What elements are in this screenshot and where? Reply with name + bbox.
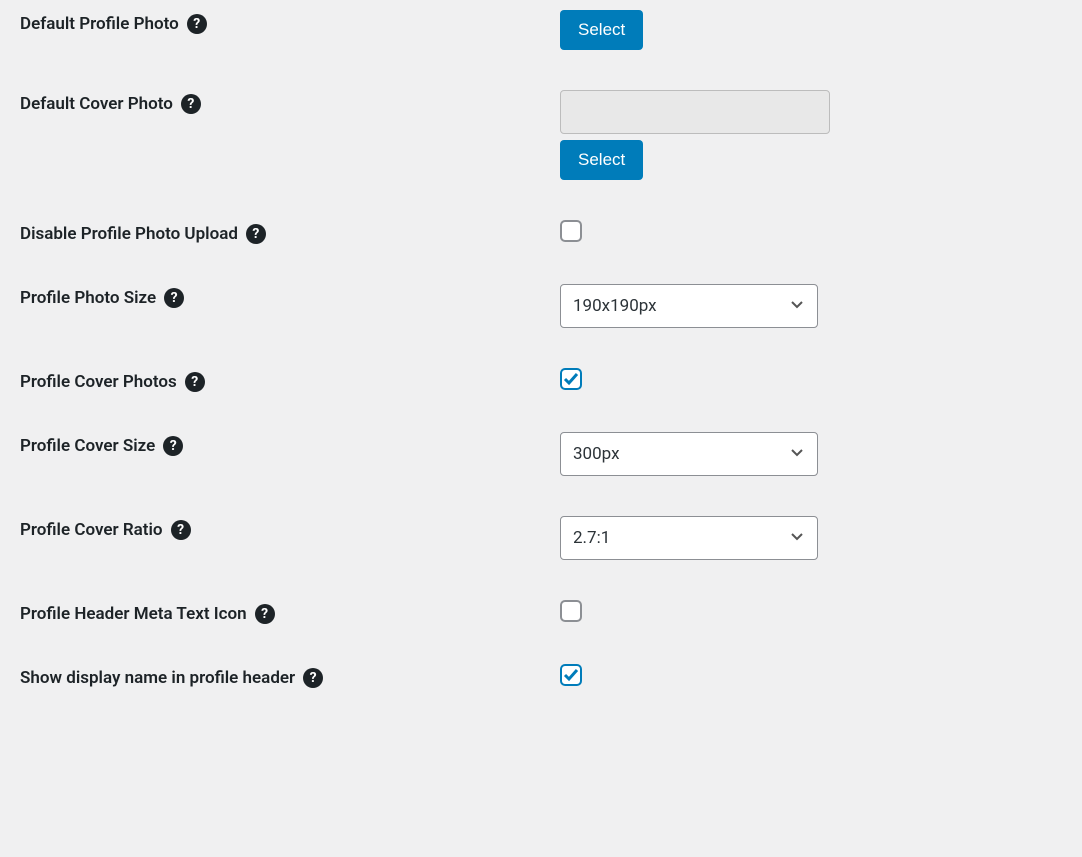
help-icon[interactable]: ? [185, 372, 205, 392]
select-profile-photo-button[interactable]: Select [560, 10, 643, 50]
label-col: Default Profile Photo ? [20, 10, 560, 34]
control-col [560, 220, 582, 242]
label-default-cover-photo: Default Cover Photo [20, 94, 173, 114]
help-icon[interactable]: ? [171, 520, 191, 540]
select-value: 300px [573, 444, 620, 464]
select-wrap: 300px [560, 432, 818, 476]
control-col: Select [560, 10, 643, 50]
checkbox-show-display-name-in-profile-header[interactable] [560, 664, 582, 686]
label-col: Show display name in profile header ? [20, 664, 560, 688]
help-icon[interactable]: ? [181, 94, 201, 114]
row-profile-photo-size: Profile Photo Size ? 190x190px [0, 264, 1082, 348]
control-col [560, 368, 582, 390]
row-profile-header-meta-text-icon: Profile Header Meta Text Icon ? [0, 580, 1082, 644]
help-icon[interactable]: ? [246, 224, 266, 244]
checkbox-disable-profile-photo-upload[interactable] [560, 220, 582, 242]
label-col: Profile Photo Size ? [20, 284, 560, 308]
label-profile-photo-size: Profile Photo Size [20, 288, 156, 308]
control-col [560, 600, 582, 622]
checkmark-icon [563, 371, 579, 387]
control-col: 190x190px [560, 284, 818, 328]
row-default-profile-photo: Default Profile Photo ? Select [0, 10, 1082, 70]
label-profile-cover-photos: Profile Cover Photos [20, 372, 177, 392]
help-icon[interactable]: ? [255, 604, 275, 624]
row-profile-cover-photos: Profile Cover Photos ? [0, 348, 1082, 412]
help-icon[interactable]: ? [164, 288, 184, 308]
label-col: Profile Cover Ratio ? [20, 516, 560, 540]
row-show-display-name-in-profile-header: Show display name in profile header ? [0, 644, 1082, 708]
label-col: Profile Header Meta Text Icon ? [20, 600, 560, 624]
control-col: 300px [560, 432, 818, 476]
select-profile-cover-size[interactable]: 300px [560, 432, 818, 476]
select-value: 2.7:1 [573, 528, 610, 548]
row-profile-cover-size: Profile Cover Size ? 300px [0, 412, 1082, 496]
row-profile-cover-ratio: Profile Cover Ratio ? 2.7:1 [0, 496, 1082, 580]
label-col: Profile Cover Size ? [20, 432, 560, 456]
cover-photo-preview [560, 90, 830, 134]
label-profile-cover-size: Profile Cover Size [20, 436, 155, 456]
control-col [560, 664, 582, 686]
label-profile-header-meta-text-icon: Profile Header Meta Text Icon [20, 604, 247, 624]
help-icon[interactable]: ? [187, 14, 207, 34]
label-col: Default Cover Photo ? [20, 90, 560, 114]
checkbox-profile-header-meta-text-icon[interactable] [560, 600, 582, 622]
label-default-profile-photo: Default Profile Photo [20, 14, 179, 34]
checkbox-profile-cover-photos[interactable] [560, 368, 582, 390]
control-col: Select [560, 90, 830, 180]
label-profile-cover-ratio: Profile Cover Ratio [20, 520, 163, 540]
label-col: Profile Cover Photos ? [20, 368, 560, 392]
select-profile-photo-size[interactable]: 190x190px [560, 284, 818, 328]
label-disable-profile-photo-upload: Disable Profile Photo Upload [20, 224, 238, 244]
help-icon[interactable]: ? [163, 436, 183, 456]
select-wrap: 190x190px [560, 284, 818, 328]
help-icon[interactable]: ? [303, 668, 323, 688]
label-show-display-name-in-profile-header: Show display name in profile header [20, 668, 295, 688]
checkmark-icon [563, 667, 579, 683]
label-col: Disable Profile Photo Upload ? [20, 220, 560, 244]
select-profile-cover-ratio[interactable]: 2.7:1 [560, 516, 818, 560]
row-default-cover-photo: Default Cover Photo ? Select [0, 70, 1082, 200]
select-cover-photo-button[interactable]: Select [560, 140, 643, 180]
select-wrap: 2.7:1 [560, 516, 818, 560]
row-disable-profile-photo-upload: Disable Profile Photo Upload ? [0, 200, 1082, 264]
select-value: 190x190px [573, 296, 657, 316]
control-col: 2.7:1 [560, 516, 818, 560]
